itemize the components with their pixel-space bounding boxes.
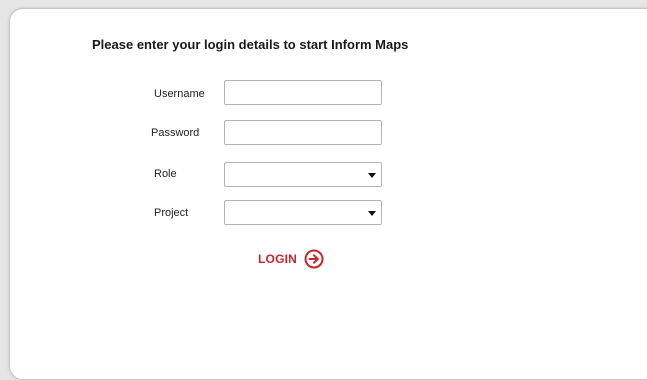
login-panel [9,8,647,380]
username-field[interactable] [224,80,382,105]
project-label: Project [154,207,189,219]
password-input[interactable] [225,121,381,144]
role-label: Role [154,168,177,180]
page-title: Please enter your login details to start… [92,37,409,52]
username-input[interactable] [225,81,381,104]
username-label: Username [154,88,205,100]
project-select[interactable] [224,200,382,225]
chevron-down-icon[interactable] [368,211,376,216]
password-label: Password [151,127,200,139]
password-field[interactable] [224,120,382,145]
role-select[interactable] [224,162,382,187]
login-button[interactable]: LOGIN [258,248,324,270]
arrow-right-circle-icon[interactable] [304,249,324,269]
chevron-down-icon[interactable] [368,173,376,178]
login-button-label: LOGIN [258,252,297,266]
